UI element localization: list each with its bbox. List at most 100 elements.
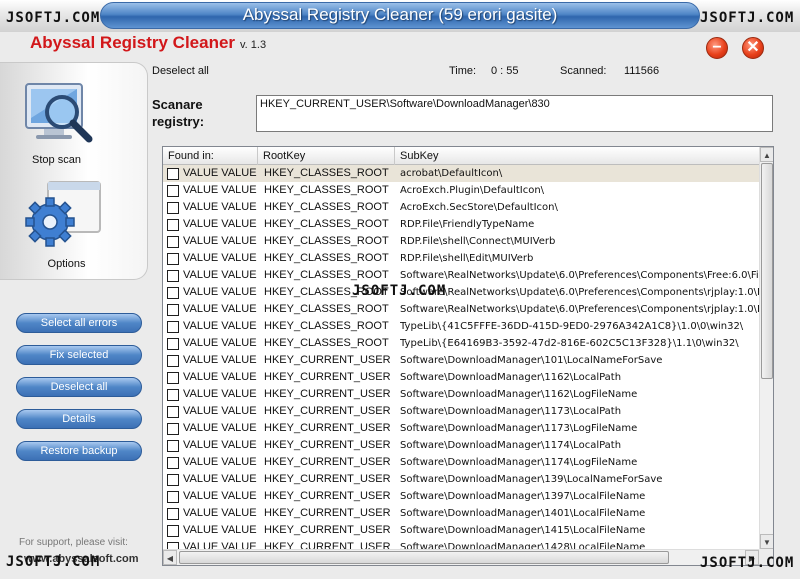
row-checkbox[interactable] [167, 219, 179, 231]
column-header-found-in[interactable]: Found in: [163, 147, 258, 165]
stop-scan-button[interactable]: Stop scan [14, 78, 114, 170]
row-checkbox[interactable] [167, 525, 179, 537]
cell-rootkey: HKEY_CURRENT_USER [264, 541, 391, 549]
table-row[interactable]: VALUE VALUE HKEY_CLASSES_ROOT TypeLib\{41C… [163, 318, 759, 335]
cell-subkey: TypeLib\{41C5FFFE-36DD-415D-9ED0-2976A34… [400, 321, 744, 332]
cell-subkey: Software\DownloadManager\1173\LocalPath [400, 406, 622, 417]
watermark: JSOFTJ.COM [700, 10, 795, 26]
cell-rootkey: HKEY_CLASSES_ROOT [264, 269, 389, 281]
app-name: Abyssal Registry Cleaner [30, 33, 236, 52]
row-checkbox[interactable] [167, 474, 179, 486]
cell-rootkey: HKEY_CURRENT_USER [264, 490, 391, 502]
support-text: For support, please visit: [19, 537, 128, 548]
time-label: Time: [449, 65, 477, 77]
row-checkbox[interactable] [167, 508, 179, 520]
row-checkbox[interactable] [167, 304, 179, 316]
table-row[interactable]: VALUE VALUE HKEY_CLASSES_ROOT RDP.File\she… [163, 233, 759, 250]
restore-backup-button[interactable]: Restore backup [16, 441, 142, 461]
options-button[interactable]: Options [14, 180, 114, 272]
table-row[interactable]: VALUE VALUE HKEY_CLASSES_ROOT acrobat\Defa… [163, 165, 759, 182]
cell-subkey: Software\DownloadManager\139\LocalNameFo… [400, 474, 663, 485]
deselect-all-button[interactable]: Deselect all [16, 377, 142, 397]
cell-rootkey: HKEY_CURRENT_USER [264, 507, 391, 519]
table-row[interactable]: VALUE VALUE HKEY_CURRENT_USER Software\Dow… [163, 454, 759, 471]
cell-subkey: Software\RealNetworks\Update\6.0\Prefere… [400, 287, 759, 298]
table-row[interactable]: VALUE VALUE HKEY_CURRENT_USER Software\Dow… [163, 386, 759, 403]
row-checkbox[interactable] [167, 338, 179, 350]
close-button[interactable]: ✕ [742, 37, 764, 59]
table-row[interactable]: VALUE VALUE HKEY_CURRENT_USER Software\Dow… [163, 403, 759, 420]
table-row[interactable]: VALUE VALUE HKEY_CLASSES_ROOT Software\Rea… [163, 301, 759, 318]
row-checkbox[interactable] [167, 457, 179, 469]
cell-rootkey: HKEY_CURRENT_USER [264, 388, 391, 400]
deselect-all-link[interactable]: Deselect all [152, 65, 209, 77]
scroll-down-icon[interactable]: ▼ [760, 534, 773, 549]
row-checkbox[interactable] [167, 423, 179, 435]
table-row[interactable]: VALUE VALUE HKEY_CLASSES_ROOT AcroExch.Plu… [163, 182, 759, 199]
row-checkbox[interactable] [167, 406, 179, 418]
vertical-scroll-thumb[interactable] [761, 163, 773, 379]
minimize-button[interactable]: − [706, 37, 728, 59]
cell-found-in: VALUE VALUE [183, 235, 257, 247]
row-checkbox[interactable] [167, 236, 179, 248]
cell-found-in: VALUE VALUE [183, 524, 257, 536]
row-checkbox[interactable] [167, 202, 179, 214]
select-all-errors-button[interactable]: Select all errors [16, 313, 142, 333]
row-checkbox[interactable] [167, 321, 179, 333]
cell-found-in: VALUE VALUE [183, 354, 257, 366]
cell-subkey: TypeLib\{E64169B3-3592-47d2-816E-602C5C1… [400, 338, 739, 349]
table-row[interactable]: VALUE VALUE HKEY_CURRENT_USER Software\Dow… [163, 522, 759, 539]
row-checkbox[interactable] [167, 491, 179, 503]
row-checkbox[interactable] [167, 440, 179, 452]
table-row[interactable]: VALUE VALUE HKEY_CLASSES_ROOT Software\Rea… [163, 284, 759, 301]
cell-found-in: VALUE VALUE [183, 490, 257, 502]
table-row[interactable]: VALUE VALUE HKEY_CURRENT_USER Software\Dow… [163, 369, 759, 386]
horizontal-scroll-thumb[interactable] [179, 551, 669, 564]
row-checkbox[interactable] [167, 389, 179, 401]
row-checkbox[interactable] [167, 270, 179, 282]
results-table: Found in: RootKey SubKey VALUE VALUE HKEY… [162, 146, 774, 566]
row-checkbox[interactable] [167, 185, 179, 197]
cell-subkey: Software\DownloadManager\101\LocalNameFo… [400, 355, 663, 366]
cell-subkey: AcroExch.SecStore\DefaultIcon\ [400, 202, 558, 213]
scroll-left-icon[interactable]: ◀ [163, 550, 177, 565]
row-checkbox[interactable] [167, 355, 179, 367]
cell-rootkey: HKEY_CLASSES_ROOT [264, 320, 389, 332]
scan-path-field: HKEY_CURRENT_USER\Software\DownloadManag… [256, 95, 773, 132]
cell-found-in: VALUE VALUE [183, 371, 257, 383]
row-checkbox[interactable] [167, 372, 179, 384]
table-row[interactable]: VALUE VALUE HKEY_CURRENT_USER Software\Dow… [163, 471, 759, 488]
scroll-up-icon[interactable]: ▲ [760, 147, 773, 162]
table-row[interactable]: VALUE VALUE HKEY_CURRENT_USER Software\Dow… [163, 420, 759, 437]
table-row[interactable]: VALUE VALUE HKEY_CLASSES_ROOT AcroExch.Sec… [163, 199, 759, 216]
cell-subkey: AcroExch.Plugin\DefaultIcon\ [400, 185, 545, 196]
table-row[interactable]: VALUE VALUE HKEY_CLASSES_ROOT RDP.File\she… [163, 250, 759, 267]
fix-selected-button[interactable]: Fix selected [16, 345, 142, 365]
column-header-rootkey[interactable]: RootKey [258, 147, 395, 165]
horizontal-scrollbar[interactable]: ◀ ▶ [163, 549, 759, 565]
cell-subkey: Software\DownloadManager\1401\LocalFileN… [400, 508, 646, 519]
details-button[interactable]: Details [16, 409, 142, 429]
cell-found-in: VALUE VALUE [183, 269, 257, 281]
cell-found-in: VALUE VALUE [183, 184, 257, 196]
vertical-scrollbar[interactable]: ▲ ▼ [759, 147, 773, 549]
row-checkbox[interactable] [167, 253, 179, 265]
watermark: JSOFTJ.COM [700, 555, 795, 571]
row-checkbox[interactable] [167, 287, 179, 299]
title-bar[interactable]: Abyssal Registry Cleaner (59 erori gasit… [0, 0, 800, 32]
table-row[interactable]: VALUE VALUE HKEY_CLASSES_ROOT TypeLib\{E64… [163, 335, 759, 352]
table-row[interactable]: VALUE VALUE HKEY_CURRENT_USER Software\Dow… [163, 505, 759, 522]
cell-subkey: Software\RealNetworks\Update\6.0\Prefere… [400, 270, 759, 281]
row-checkbox[interactable] [167, 168, 179, 180]
cell-rootkey: HKEY_CLASSES_ROOT [264, 218, 389, 230]
column-header-subkey[interactable]: SubKey [395, 147, 759, 165]
table-row[interactable]: VALUE VALUE HKEY_CLASSES_ROOT RDP.File\Fri… [163, 216, 759, 233]
table-row[interactable]: VALUE VALUE HKEY_CLASSES_ROOT Software\Rea… [163, 267, 759, 284]
row-checkbox[interactable] [167, 542, 179, 549]
table-row[interactable]: VALUE VALUE HKEY_CURRENT_USER Software\Dow… [163, 437, 759, 454]
stop-scan-label: Stop scan [32, 154, 81, 166]
table-row[interactable]: VALUE VALUE HKEY_CURRENT_USER Software\Dow… [163, 352, 759, 369]
cell-found-in: VALUE VALUE [183, 439, 257, 451]
table-row[interactable]: VALUE VALUE HKEY_CURRENT_USER Software\Dow… [163, 539, 759, 549]
table-row[interactable]: VALUE VALUE HKEY_CURRENT_USER Software\Dow… [163, 488, 759, 505]
